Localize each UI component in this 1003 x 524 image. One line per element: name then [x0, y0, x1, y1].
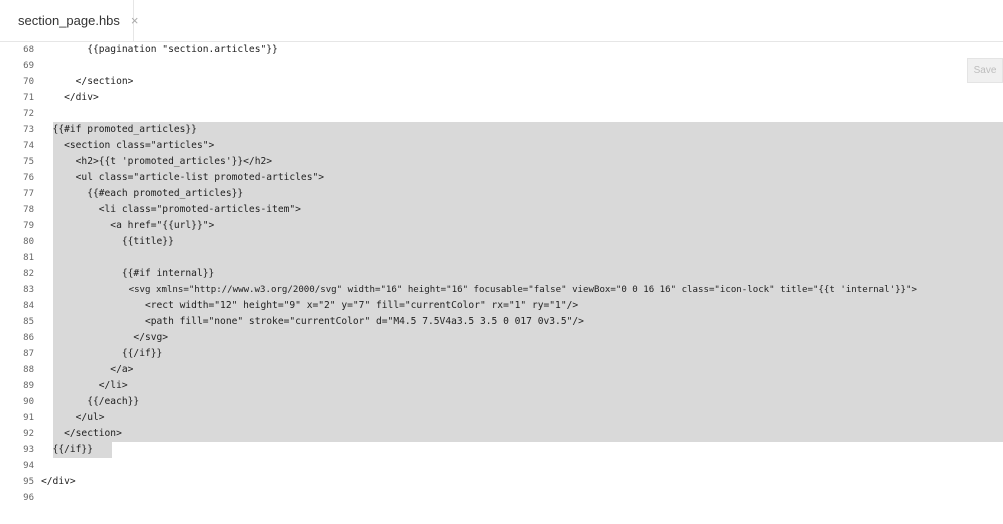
- code-line: 80 {{title}}: [0, 234, 1003, 250]
- line-number: 93: [23, 445, 34, 455]
- line-number: 76: [23, 173, 34, 183]
- code-line: 75 <h2>{{t 'promoted_articles'}}</h2>: [0, 154, 1003, 170]
- code-line: 85 <path fill="none" stroke="currentColo…: [0, 314, 1003, 330]
- line-text: <rect width="12" height="9" x="2" y="7" …: [41, 300, 579, 311]
- code-line: 89 </li>: [0, 378, 1003, 394]
- code-line: 88 </a>: [0, 362, 1003, 378]
- line-text: {{#each promoted_articles}}: [41, 188, 244, 199]
- line-number: 75: [23, 157, 34, 167]
- code-line: 76 <ul class="article-list promoted-arti…: [0, 170, 1003, 186]
- code-line: 78 <li class="promoted-articles-item">: [0, 202, 1003, 218]
- tab-filename: section_page.hbs: [18, 13, 120, 28]
- code-line: 73 {{#if promoted_articles}}: [0, 122, 1003, 138]
- line-text: </svg>: [41, 332, 169, 343]
- line-number: 90: [23, 397, 34, 407]
- line-text: {{#if internal}}: [41, 268, 215, 279]
- line-number: 68: [23, 45, 34, 55]
- code-line: 87 {{/if}}: [0, 346, 1003, 362]
- code-line: 93 {{/if}}: [0, 442, 1003, 458]
- code-line: 86 </svg>: [0, 330, 1003, 346]
- line-text: </div>: [41, 476, 76, 487]
- line-number: 74: [23, 141, 34, 151]
- code-line: 84 <rect width="12" height="9" x="2" y="…: [0, 298, 1003, 314]
- code-line: 70 </section>: [0, 74, 1003, 90]
- line-text: </section>: [41, 428, 122, 439]
- line-number: 95: [23, 477, 34, 487]
- line-number: 84: [23, 301, 34, 311]
- code-line: 71 </div>: [0, 90, 1003, 106]
- line-text: <a href="{{url}}">: [41, 220, 215, 231]
- line-number: 81: [23, 253, 34, 263]
- line-number: 86: [23, 333, 34, 343]
- line-number: 78: [23, 205, 34, 215]
- line-text: {{/each}}: [41, 396, 140, 407]
- line-number: 91: [23, 413, 34, 423]
- line-number: 88: [23, 365, 34, 375]
- line-text: {{/if}}: [41, 444, 93, 455]
- line-text: </a>: [41, 364, 134, 375]
- line-text: </div>: [41, 92, 99, 103]
- line-text: </li>: [41, 380, 128, 391]
- line-number: 94: [23, 461, 34, 471]
- close-icon[interactable]: ×: [131, 13, 139, 28]
- line-number: 71: [23, 93, 34, 103]
- line-number: 83: [23, 285, 34, 295]
- line-text: {{pagination "section.articles"}}: [41, 44, 278, 55]
- line-number: 69: [23, 61, 34, 71]
- line-number: 85: [23, 317, 34, 327]
- code-line: 94: [0, 458, 1003, 474]
- code-line: 69: [0, 58, 1003, 74]
- line-number: 82: [23, 269, 34, 279]
- code-line: 72: [0, 106, 1003, 122]
- line-text: <h2>{{t 'promoted_articles'}}</h2>: [41, 156, 273, 167]
- line-number: 72: [23, 109, 34, 119]
- code-line: 90 {{/each}}: [0, 394, 1003, 410]
- line-number: 80: [23, 237, 34, 247]
- code-line: 96: [0, 490, 1003, 506]
- code-line: 74 <section class="articles">: [0, 138, 1003, 154]
- line-text: {{/if}}: [41, 348, 163, 359]
- line-text: {{#if promoted_articles}}: [41, 124, 197, 135]
- line-number: 77: [23, 189, 34, 199]
- line-text: {{title}}: [41, 236, 174, 247]
- code-line: 77 {{#each promoted_articles}}: [0, 186, 1003, 202]
- code-line: 92 </section>: [0, 426, 1003, 442]
- line-number: 70: [23, 77, 34, 87]
- tab-section-page[interactable]: section_page.hbs ×: [0, 0, 139, 41]
- line-number: 92: [23, 429, 34, 439]
- code-line: 82 {{#if internal}}: [0, 266, 1003, 282]
- line-text: </section>: [41, 76, 134, 87]
- code-line: 95 </div>: [0, 474, 1003, 490]
- tab-bar: section_page.hbs ×: [0, 0, 1003, 42]
- code-line: 79 <a href="{{url}}">: [0, 218, 1003, 234]
- line-text: <li class="promoted-articles-item">: [41, 204, 301, 215]
- line-text: <svg xmlns="http://www.w3.org/2000/svg" …: [41, 285, 917, 295]
- line-number: 79: [23, 221, 34, 231]
- line-text: <section class="articles">: [41, 140, 215, 151]
- line-text: <ul class="article-list promoted-article…: [41, 172, 325, 183]
- line-text: <path fill="none" stroke="currentColor" …: [41, 316, 584, 327]
- line-number: 89: [23, 381, 34, 391]
- code-line: 68 {{pagination "section.articles"}}: [0, 42, 1003, 58]
- code-line: 83 <svg xmlns="http://www.w3.org/2000/sv…: [0, 282, 1003, 298]
- line-text: </ul>: [41, 412, 105, 423]
- line-number: 87: [23, 349, 34, 359]
- code-line: 91 </ul>: [0, 410, 1003, 426]
- line-number: 73: [23, 125, 34, 135]
- code-line: 81: [0, 250, 1003, 266]
- line-number: 96: [23, 493, 34, 503]
